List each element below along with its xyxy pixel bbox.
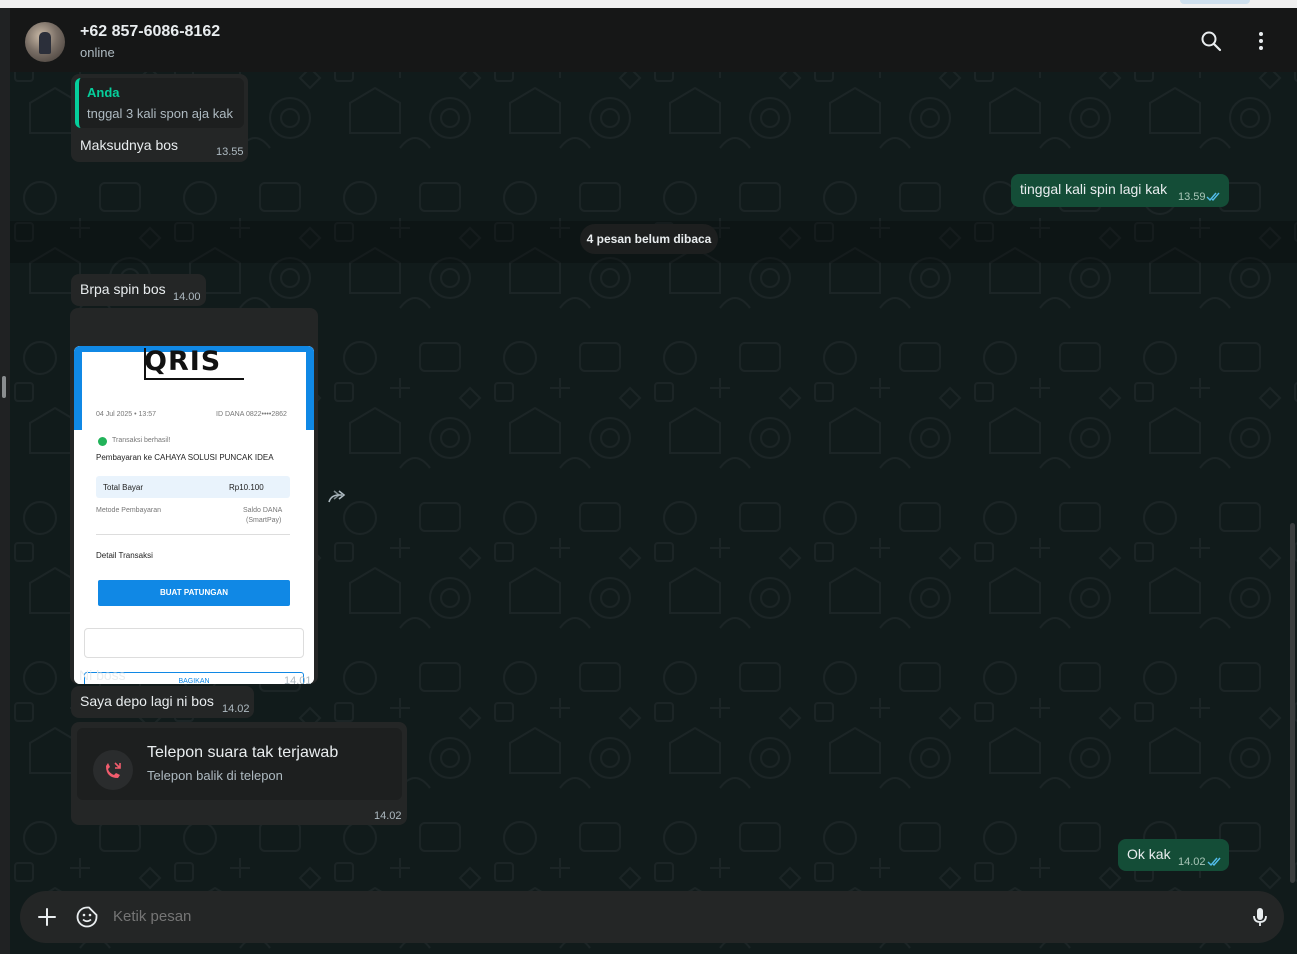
message-outgoing[interactable]: Ok kak 14.02 <box>1118 839 1229 871</box>
missed-call-icon <box>93 750 133 790</box>
left-panel-edge <box>0 8 10 954</box>
sticker-icon[interactable] <box>75 905 99 929</box>
message-time: 14.01 <box>284 675 312 687</box>
plus-icon[interactable] <box>35 905 59 929</box>
avatar[interactable] <box>25 22 65 62</box>
call-subtitle: Telepon balik di telepon <box>147 768 283 783</box>
read-ticks-icon <box>1206 192 1220 202</box>
message-incoming-image[interactable]: QRIS 04 Jul 2025 • 13:57 ID DANA 0822•••… <box>70 308 318 687</box>
receipt-account: ID DANA 0822••••2862 <box>216 411 287 418</box>
receipt-merchant: Pembayaran ke CAHAYA SOLUSI PUNCAK IDEA <box>96 453 274 462</box>
quote-author: Anda <box>87 85 120 100</box>
missed-call-card[interactable]: Telepon suara tak terjawab Telepon balik… <box>77 728 402 800</box>
message-input[interactable] <box>113 908 1113 925</box>
image-caption: Ni boss <box>79 667 126 683</box>
success-check-icon <box>98 437 107 446</box>
chat-header: +62 857-6086-8162 online <box>10 8 1297 72</box>
qris-logo: QRIS <box>144 346 222 377</box>
scrollbar-thumb[interactable] <box>1290 523 1295 883</box>
message-text: Maksudnya bos <box>80 137 179 153</box>
chat-window: +62 857-6086-8162 online Anda tnggal 3 k… <box>10 8 1297 954</box>
message-text: Saya depo lagi ni bos <box>80 693 214 709</box>
unread-divider: 4 pesan belum dibaca <box>580 224 718 254</box>
contact-status: online <box>80 45 115 60</box>
message-incoming[interactable]: Brpa spin bos 14.00 <box>71 274 206 306</box>
message-time: 14.00 <box>173 291 201 303</box>
receipt-input-field <box>84 628 304 658</box>
message-outgoing[interactable]: tinggal kali spin lagi kak 13.59 <box>1011 174 1229 207</box>
receipt-status: Transaksi berhasil! <box>112 437 171 444</box>
method-label: Metode Pembayaran <box>96 507 161 514</box>
quoted-message[interactable]: Anda tnggal 3 kali spon aja kak <box>75 78 244 128</box>
receipt-image[interactable]: QRIS 04 Jul 2025 • 13:57 ID DANA 0822•••… <box>74 346 314 684</box>
resize-handle[interactable] <box>2 376 6 398</box>
quote-text: tnggal 3 kali spon aja kak <box>87 106 233 121</box>
message-incoming-reply[interactable]: Anda tnggal 3 kali spon aja kak Maksudny… <box>71 74 248 162</box>
method-value-sub: (SmartPay) <box>246 517 282 524</box>
receipt-divider <box>96 534 290 535</box>
message-time: 14.02 <box>222 703 250 715</box>
read-ticks-icon <box>1207 857 1221 867</box>
receipt-date: 04 Jul 2025 • 13:57 <box>96 411 157 418</box>
message-text: Brpa spin bos <box>80 281 166 297</box>
receipt-screenshot: QRIS 04 Jul 2025 • 13:57 ID DANA 0822•••… <box>74 346 314 684</box>
contact-name[interactable]: +62 857-6086-8162 <box>80 23 220 41</box>
mic-icon[interactable] <box>1248 905 1272 929</box>
browser-top-strip <box>0 0 1297 8</box>
method-value: Saldo DANA <box>243 507 283 514</box>
search-icon[interactable] <box>1199 29 1223 53</box>
receipt-primary-button: BUAT PATUNGAN <box>98 580 290 606</box>
total-label: Total Bayar <box>103 483 144 492</box>
detail-label: Detail Transaksi <box>96 551 153 560</box>
message-time: 14.02 <box>374 810 402 822</box>
total-value: Rp10.100 <box>229 483 264 492</box>
message-time: 13.59 <box>1178 191 1206 203</box>
forward-icon[interactable] <box>326 488 348 506</box>
chat-scrollbar[interactable] <box>1290 78 1295 890</box>
call-title: Telepon suara tak terjawab <box>147 744 339 761</box>
message-time: 14.02 <box>1178 856 1206 868</box>
message-time: 13.55 <box>216 146 244 158</box>
browser-tab-indicator <box>1180 0 1250 4</box>
message-text: tinggal kali spin lagi kak <box>1020 181 1168 197</box>
more-vertical-icon[interactable] <box>1249 29 1273 53</box>
message-text: Ok kak <box>1127 846 1171 862</box>
message-incoming[interactable]: Saya depo lagi ni bos 14.02 <box>71 686 254 718</box>
message-missed-call[interactable]: Telepon suara tak terjawab Telepon balik… <box>71 722 407 825</box>
message-composer <box>20 891 1284 943</box>
